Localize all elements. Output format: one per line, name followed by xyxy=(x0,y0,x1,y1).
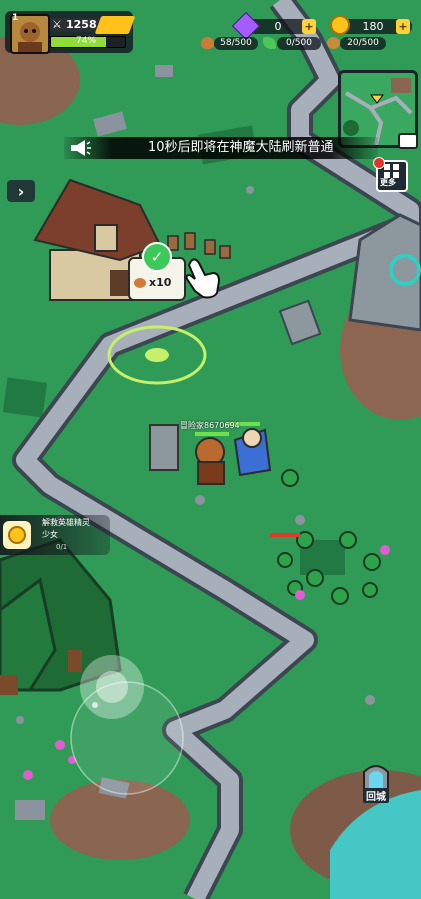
notification-badge xyxy=(373,157,385,169)
player-level: 1 xyxy=(12,13,19,23)
quest-title: 解救英雄精灵 xyxy=(42,518,90,527)
joystick-dot xyxy=(92,702,98,708)
announcement-text: 10秒后即将在神魔大陆刷新普通 xyxy=(148,140,334,155)
wood-icon xyxy=(327,37,340,49)
gem-add-button[interactable]: + xyxy=(302,19,316,34)
return-city-label: 回城 xyxy=(363,788,389,803)
megaphone-icon xyxy=(68,136,92,160)
tap-hint-hand-icon xyxy=(183,255,223,299)
power-bar-highlight xyxy=(94,16,136,34)
meat-icon xyxy=(201,37,214,49)
gold-add-button[interactable]: + xyxy=(396,19,410,34)
checkmark-icon: ✓ xyxy=(142,242,172,272)
plus-icon: + xyxy=(304,20,314,33)
gold-value: 180 xyxy=(362,20,384,33)
reward-amount: x10 xyxy=(149,276,172,289)
quest-subtitle: 少女 xyxy=(42,530,58,539)
dark-grass-tile xyxy=(2,377,48,418)
gold-coin-icon xyxy=(330,15,350,35)
meat-icon xyxy=(134,278,146,288)
power-value: 1258 xyxy=(66,18,97,31)
side-expand-button[interactable]: › xyxy=(7,180,35,202)
more-button-label: 更多 xyxy=(380,178,396,187)
hero-name: 冒险家8670694 xyxy=(180,421,240,430)
herb-icon xyxy=(263,37,276,49)
wood-counter: 20/500 xyxy=(340,37,386,50)
exp-percent: 74% xyxy=(76,36,97,46)
joystick-knob-highlight xyxy=(96,671,128,703)
plus-icon: + xyxy=(398,20,408,33)
hero-hp-bar xyxy=(195,432,229,436)
chevron-right-icon: › xyxy=(17,181,25,201)
herb-counter: 0/500 xyxy=(277,37,321,50)
gem-value: 0 xyxy=(274,20,282,33)
spawn-circle-core xyxy=(145,348,169,362)
minimap-toggle-icon[interactable] xyxy=(398,133,418,149)
coin-quest-icon xyxy=(3,521,31,549)
portal-gate-icon xyxy=(363,765,389,791)
quest-progress: 0/1 xyxy=(56,543,68,551)
crossed-swords-icon: ⚔ xyxy=(52,18,62,31)
meat-counter: 58/500 xyxy=(214,37,258,50)
enemy-hp-bar xyxy=(270,533,300,537)
